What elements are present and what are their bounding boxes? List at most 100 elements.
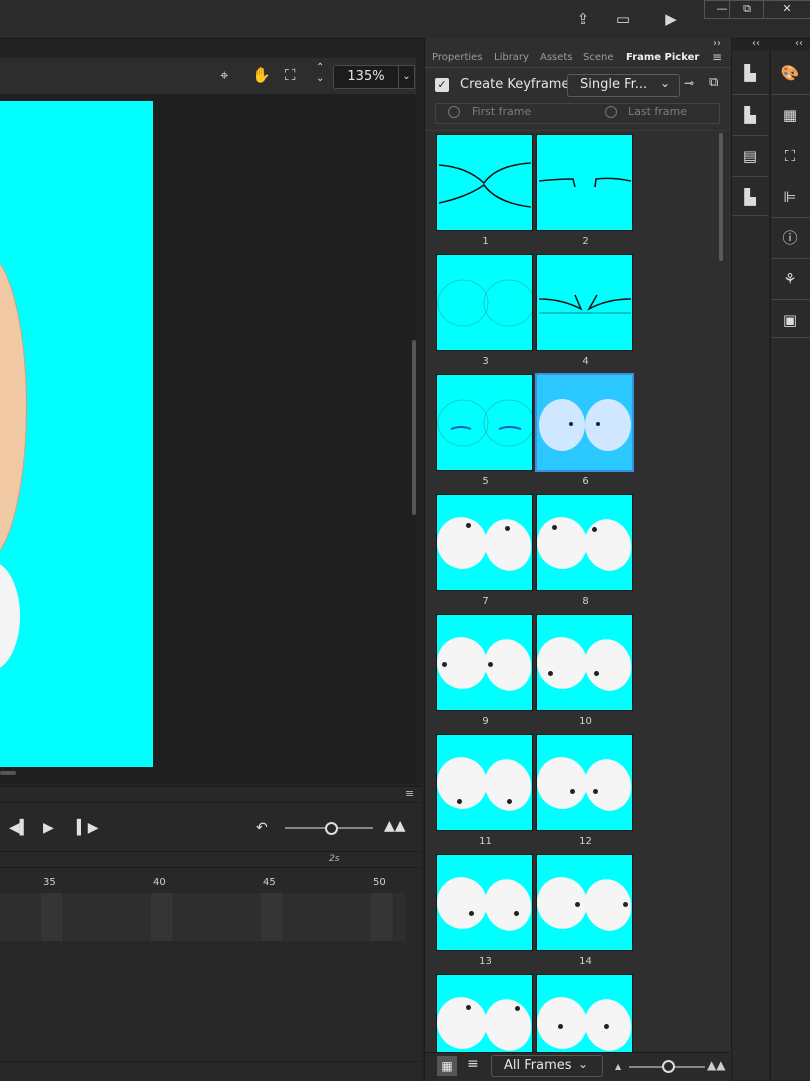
frame-thumbnail[interactable] — [536, 494, 633, 591]
loop-icon[interactable]: ↶ — [256, 820, 268, 836]
mountains-icon[interactable]: ▲▲ — [384, 818, 406, 834]
frame-thumbnail[interactable] — [536, 734, 633, 831]
frame-filter-select[interactable]: All Frames ⌄ — [491, 1055, 603, 1077]
frame-thumbnail[interactable] — [436, 134, 533, 231]
frame-thumbnail[interactable] — [536, 854, 633, 951]
play-preview-icon[interactable]: ▶ — [661, 9, 681, 29]
character-face — [0, 251, 27, 563]
frame-thumbnail[interactable] — [436, 734, 533, 831]
ruler-number: 35 — [43, 877, 56, 888]
frame-number: 10 — [579, 716, 592, 727]
library-icon[interactable]: ▙ — [739, 62, 761, 84]
tab-scene[interactable]: Scene — [583, 52, 614, 63]
align-icon[interactable]: ⊫ — [779, 186, 801, 208]
frame-number: 12 — [579, 836, 592, 847]
link-icon[interactable]: ⊸ — [684, 76, 694, 90]
tab-assets[interactable]: Assets — [540, 52, 573, 63]
transform-icon[interactable]: ⛶ — [779, 145, 801, 167]
expand-icon[interactable]: ‹‹ — [752, 38, 760, 49]
first-frame-radio[interactable] — [448, 106, 460, 118]
timeline-menu-icon[interactable]: ≡ — [405, 787, 414, 800]
frame-number: 4 — [582, 356, 589, 367]
frame-thumbnail[interactable] — [436, 974, 533, 1054]
share-icon[interactable]: ⇪ — [573, 9, 593, 29]
frame-number: 3 — [482, 356, 489, 367]
list-view-icon[interactable]: ≡ — [467, 1056, 479, 1072]
chevron-down-icon[interactable]: ⌄ — [398, 65, 415, 89]
frame-thumbnail[interactable] — [436, 374, 533, 471]
info-icon[interactable]: ⓘ — [779, 227, 801, 249]
create-keyframe-label: Create Keyframe — [460, 77, 570, 92]
stage-canvas[interactable] — [0, 101, 153, 767]
tab-frame-picker[interactable]: Frame Picker — [626, 52, 699, 63]
library-icon[interactable]: ▙ — [739, 186, 761, 208]
frame-cell[interactable] — [41, 893, 64, 941]
last-frame-radio[interactable] — [605, 106, 617, 118]
swatches-icon[interactable]: ▦ — [779, 104, 801, 126]
zoom-input[interactable]: 135% — [333, 65, 399, 89]
collapse-icon[interactable]: ›› — [713, 38, 721, 49]
horizontal-scrollbar[interactable] — [0, 771, 16, 775]
hand-tool-icon[interactable]: ✋ — [252, 66, 271, 84]
step-back-icon[interactable]: ◀▍ — [9, 820, 31, 836]
frame-thumbnail-selected[interactable] — [535, 373, 634, 472]
grid-view-icon[interactable]: ▦ — [437, 1056, 457, 1076]
frame-cell[interactable] — [261, 893, 284, 941]
frame-thumbnail[interactable] — [536, 974, 633, 1054]
step-forward-icon[interactable]: ▍▶ — [77, 820, 99, 836]
color-palette-icon[interactable]: 🎨 — [779, 62, 801, 84]
output-icon[interactable]: ▤ — [739, 145, 761, 167]
frame-thumbnail[interactable] — [536, 134, 633, 231]
zoom-stepper-icon[interactable]: ⌃ ⌄ — [316, 62, 324, 84]
chevron-down-icon: ⌄ — [578, 1057, 589, 1071]
panel-toggle-icon[interactable]: ▭ — [613, 9, 633, 29]
panel-scrollbar[interactable] — [719, 133, 723, 261]
center-stage-icon[interactable]: ⌖ — [220, 66, 228, 84]
components-icon[interactable]: ⚘ — [779, 268, 801, 290]
frame-number: 8 — [582, 596, 589, 607]
play-icon[interactable]: ▶ — [43, 820, 54, 836]
history-icon[interactable]: ▣ — [779, 309, 801, 331]
clip-canvas-icon[interactable]: ⛶ — [285, 66, 296, 84]
frame-thumbnail[interactable] — [436, 494, 533, 591]
frame-thumbnail[interactable] — [436, 614, 533, 711]
frame-number: 9 — [482, 716, 489, 727]
large-mountain-icon[interactable]: ▲▲ — [707, 1058, 725, 1072]
library-icon[interactable]: ▙ — [739, 104, 761, 126]
time-marker: 2s — [329, 854, 340, 864]
vertical-scrollbar[interactable] — [412, 340, 416, 515]
frame-number: 1 — [482, 236, 489, 247]
frame-thumbnail[interactable] — [536, 614, 633, 711]
pupil — [596, 422, 600, 426]
frame-thumbnail[interactable] — [436, 854, 533, 951]
slider-handle[interactable] — [325, 822, 338, 835]
create-keyframe-checkbox[interactable]: ✓ — [435, 78, 449, 92]
frame-thumbnail[interactable] — [436, 254, 533, 351]
copy-frames-icon[interactable]: ⧉ — [709, 75, 718, 90]
panel-menu-icon[interactable]: ≡ — [712, 50, 722, 64]
tab-properties[interactable]: Properties — [432, 52, 483, 63]
mode-select[interactable]: Single Fr... ⌄ — [567, 74, 680, 97]
frame-cell[interactable] — [151, 893, 174, 941]
tab-library[interactable]: Library — [494, 52, 529, 63]
frame-number: 13 — [479, 956, 492, 967]
frame-thumbnail[interactable] — [536, 254, 633, 351]
pupil — [569, 422, 573, 426]
close-button[interactable]: ✕ — [763, 0, 810, 19]
ruler-number: 40 — [153, 877, 166, 888]
eye-right — [585, 399, 631, 451]
frame-number: 2 — [582, 236, 589, 247]
frame-number: 14 — [579, 956, 592, 967]
frame-filter-value: All Frames — [504, 1058, 572, 1073]
restore-button[interactable]: ⧉ — [729, 0, 765, 19]
frame-cell[interactable] — [371, 893, 394, 941]
mode-select-value: Single Fr... — [580, 77, 648, 92]
frame-number: 11 — [479, 836, 492, 847]
small-mountain-icon[interactable]: ▲ — [615, 1062, 621, 1071]
expand-icon[interactable]: ‹‹ — [795, 38, 803, 49]
app-top-bar: ⇪ ▭ ▶ — ⧉ ✕ — [0, 0, 810, 39]
eye-left — [539, 399, 585, 451]
frame-number: 6 — [582, 476, 589, 487]
slider-handle[interactable] — [662, 1060, 675, 1073]
frame-number: 7 — [482, 596, 489, 607]
